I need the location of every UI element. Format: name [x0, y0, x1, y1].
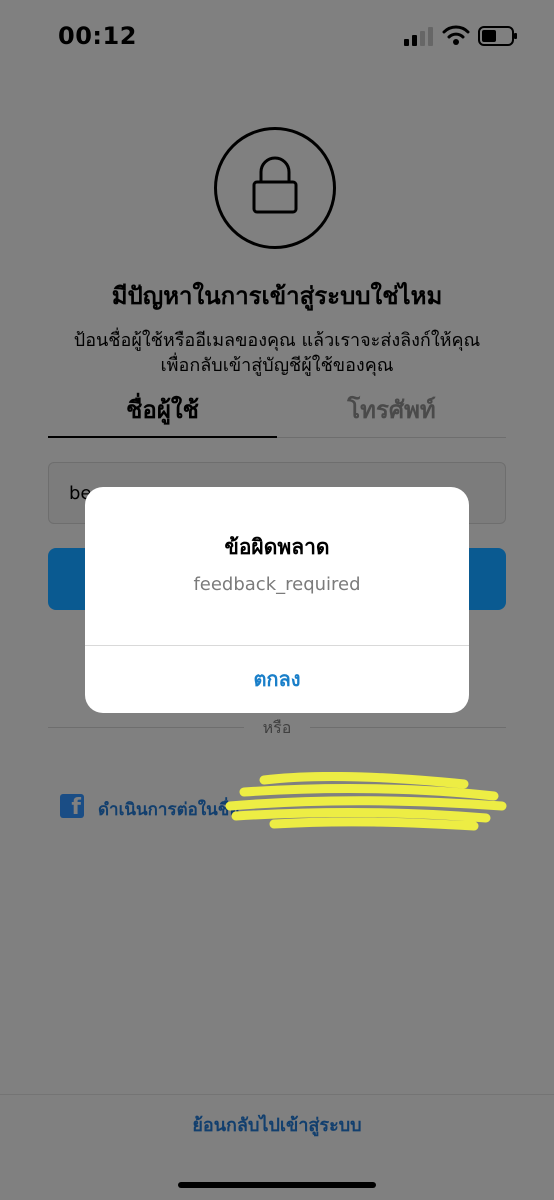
redaction-scribble [225, 772, 507, 831]
alert-ok-button[interactable]: ตกลง [85, 646, 469, 713]
back-to-login-link[interactable]: ย้อนกลับไปเข้าสู่ระบบ [0, 1110, 554, 1139]
alert-message: feedback_required [193, 574, 361, 595]
divider-line-right [310, 727, 506, 728]
battery-icon [478, 26, 517, 46]
tab-phone[interactable]: โทรศัพท์ [277, 390, 506, 429]
cellular-signal-icon [404, 27, 433, 46]
alert-title: ข้อผิดพลาด [224, 535, 330, 559]
tab-username[interactable]: ชื่อผู้ใช้ [48, 390, 277, 429]
lock-icon [214, 127, 336, 249]
divider-line-left [48, 727, 244, 728]
home-indicator [178, 1182, 376, 1188]
facebook-icon: f [60, 794, 84, 818]
status-bar: 00:12 [0, 0, 554, 76]
footer-divider [0, 1094, 554, 1095]
tab-selected-indicator [48, 436, 277, 438]
status-time: 00:12 [58, 22, 137, 50]
wifi-icon [442, 25, 470, 45]
continue-with-facebook-link[interactable]: ดำเนินการต่อในชื่อ [98, 796, 240, 823]
error-alert: ข้อผิดพลาด feedback_required ตกลง [85, 487, 469, 713]
or-divider-label: หรือ [262, 718, 292, 737]
page-description: ป้อนชื่อผู้ใช้หรืออีเมลของคุณ แล้วเราจะส… [73, 330, 481, 376]
page-title: มีปัญหาในการเข้าสู่ระบบใช่ไหม [111, 282, 443, 310]
